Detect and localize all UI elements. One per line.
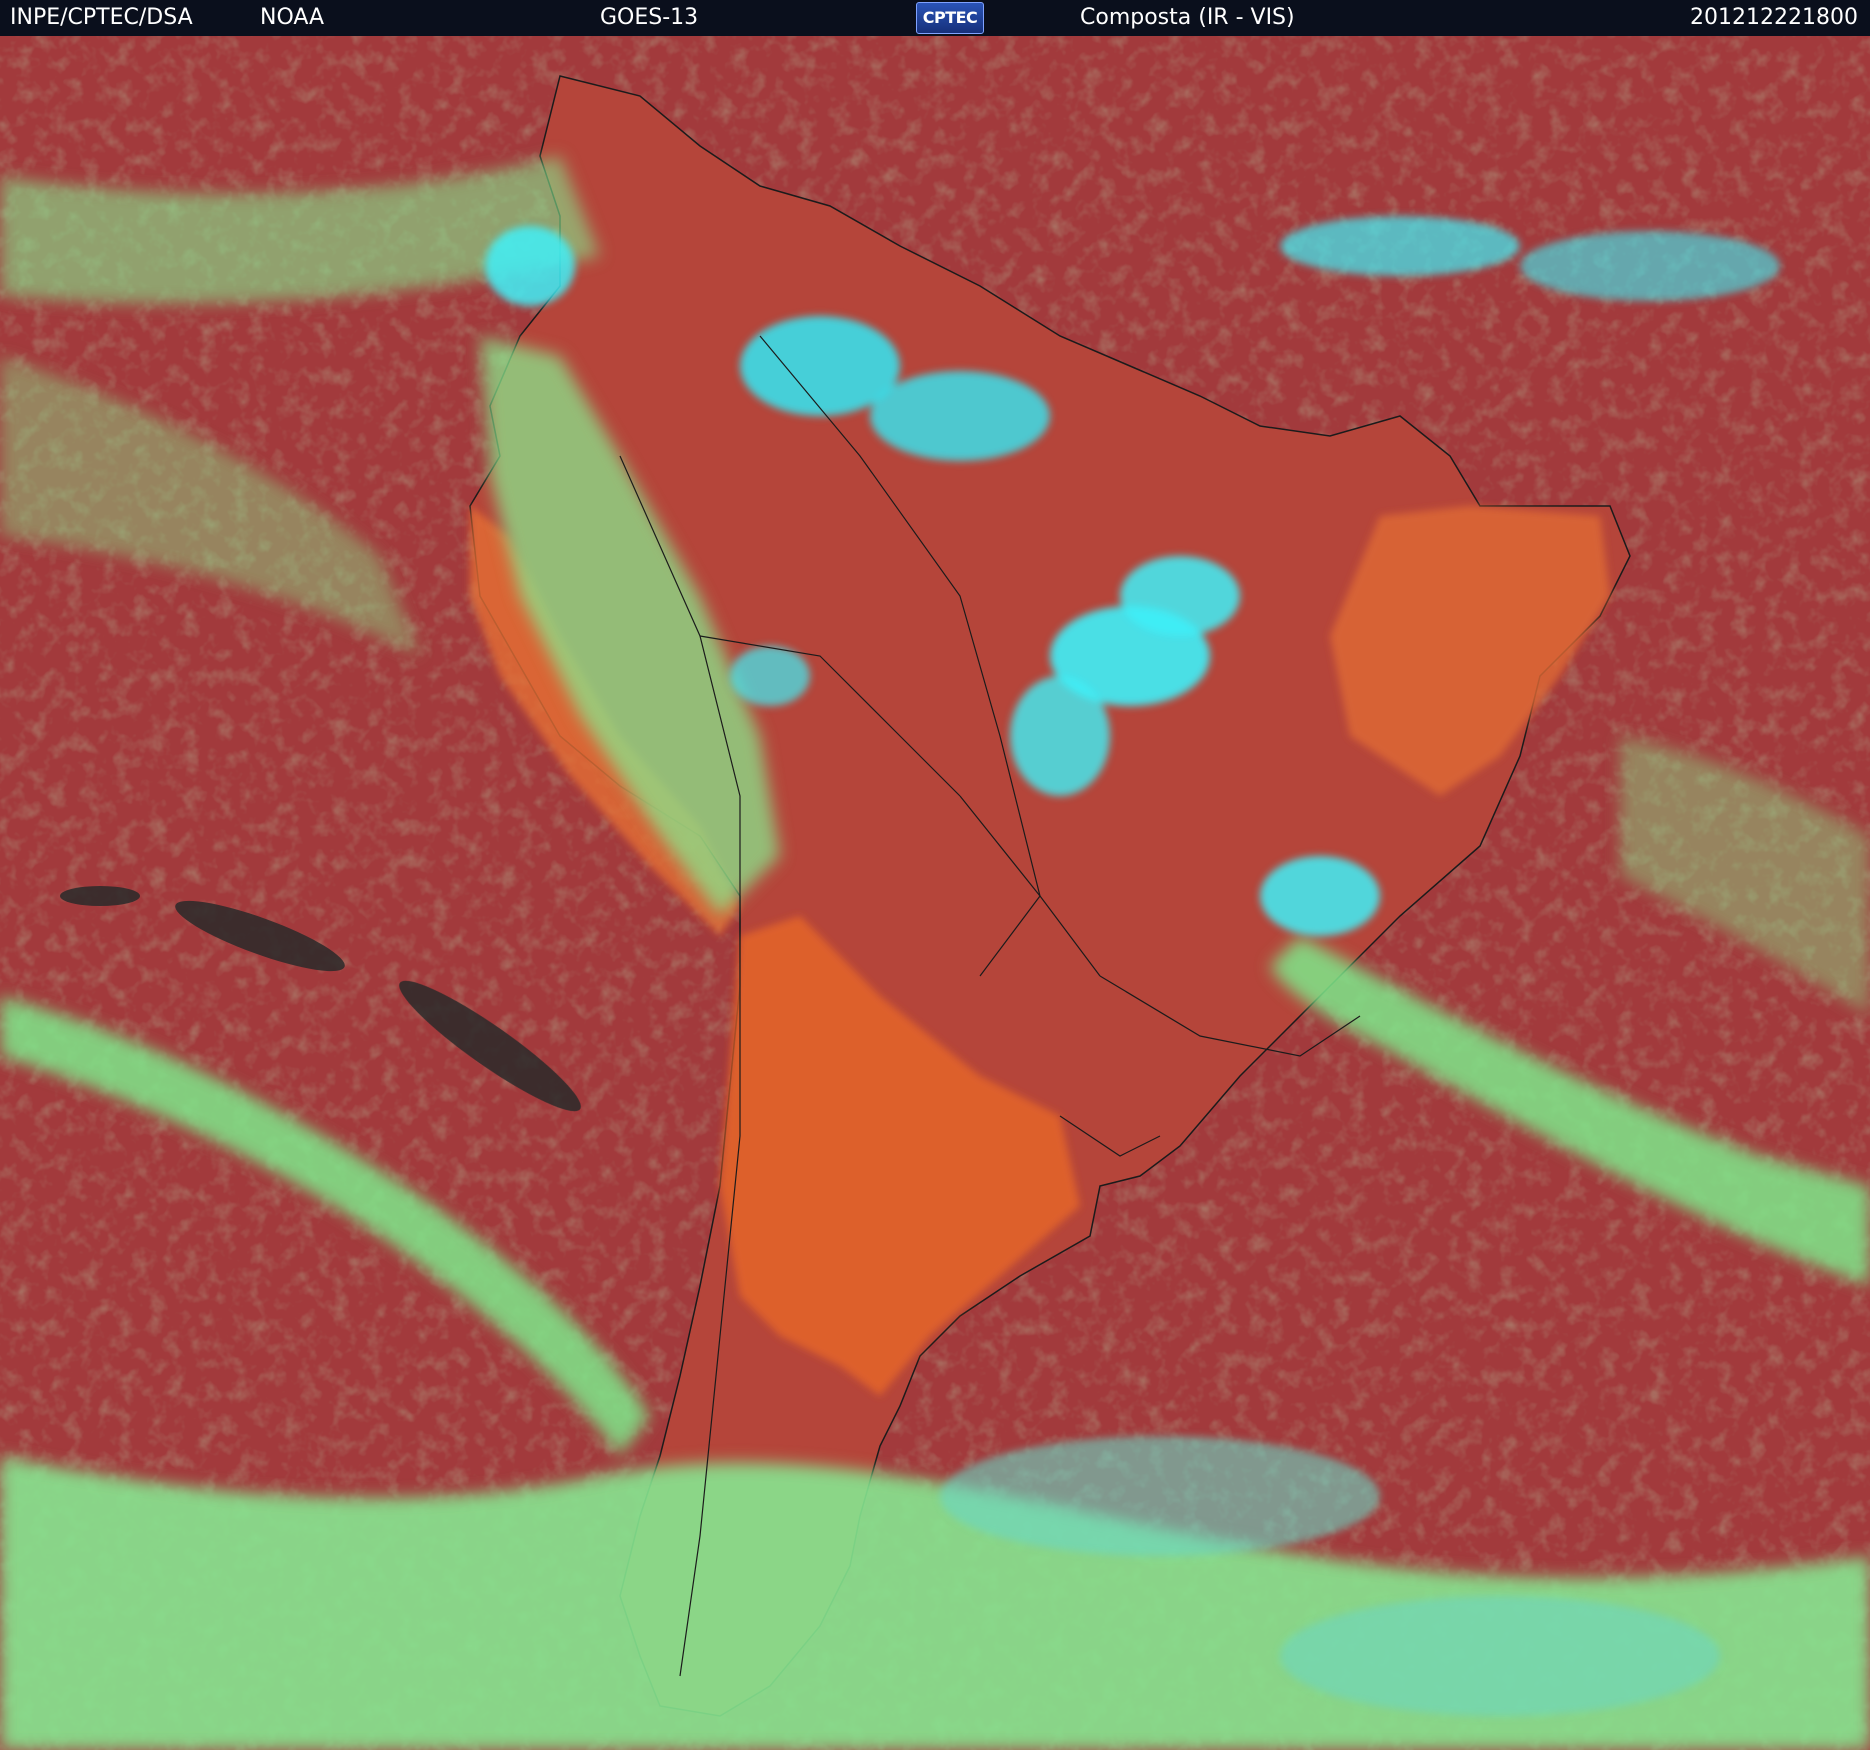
convection-southeast-brazil: [1260, 856, 1380, 936]
partner-label: NOAA: [260, 5, 325, 30]
dark-patch-3: [60, 886, 140, 906]
satellite-label: GOES-13: [600, 5, 699, 30]
satellite-map: [0, 36, 1870, 1750]
agency-label: INPE/CPTEC/DSA: [10, 5, 193, 30]
image-header: INPE/CPTEC/DSA NOAA GOES-13 CPTEC Compos…: [0, 0, 1870, 36]
convection-amazon-2: [870, 371, 1050, 461]
timestamp-label: 201212221800: [1690, 5, 1858, 30]
cptec-logo: CPTEC: [916, 2, 984, 34]
satellite-imagery: [0, 36, 1870, 1750]
product-label: Composta (IR - VIS): [1080, 5, 1295, 30]
convection-central-brazil-3: [1010, 676, 1110, 796]
convection-colombia: [485, 226, 575, 306]
convection-atlantic-north: [1280, 216, 1520, 276]
convection-far-south: [1280, 1596, 1720, 1716]
convection-bolivia: [730, 646, 810, 706]
convection-central-brazil-2: [1120, 556, 1240, 636]
convection-south-low: [940, 1436, 1380, 1556]
convection-atlantic-ne: [1520, 231, 1780, 301]
